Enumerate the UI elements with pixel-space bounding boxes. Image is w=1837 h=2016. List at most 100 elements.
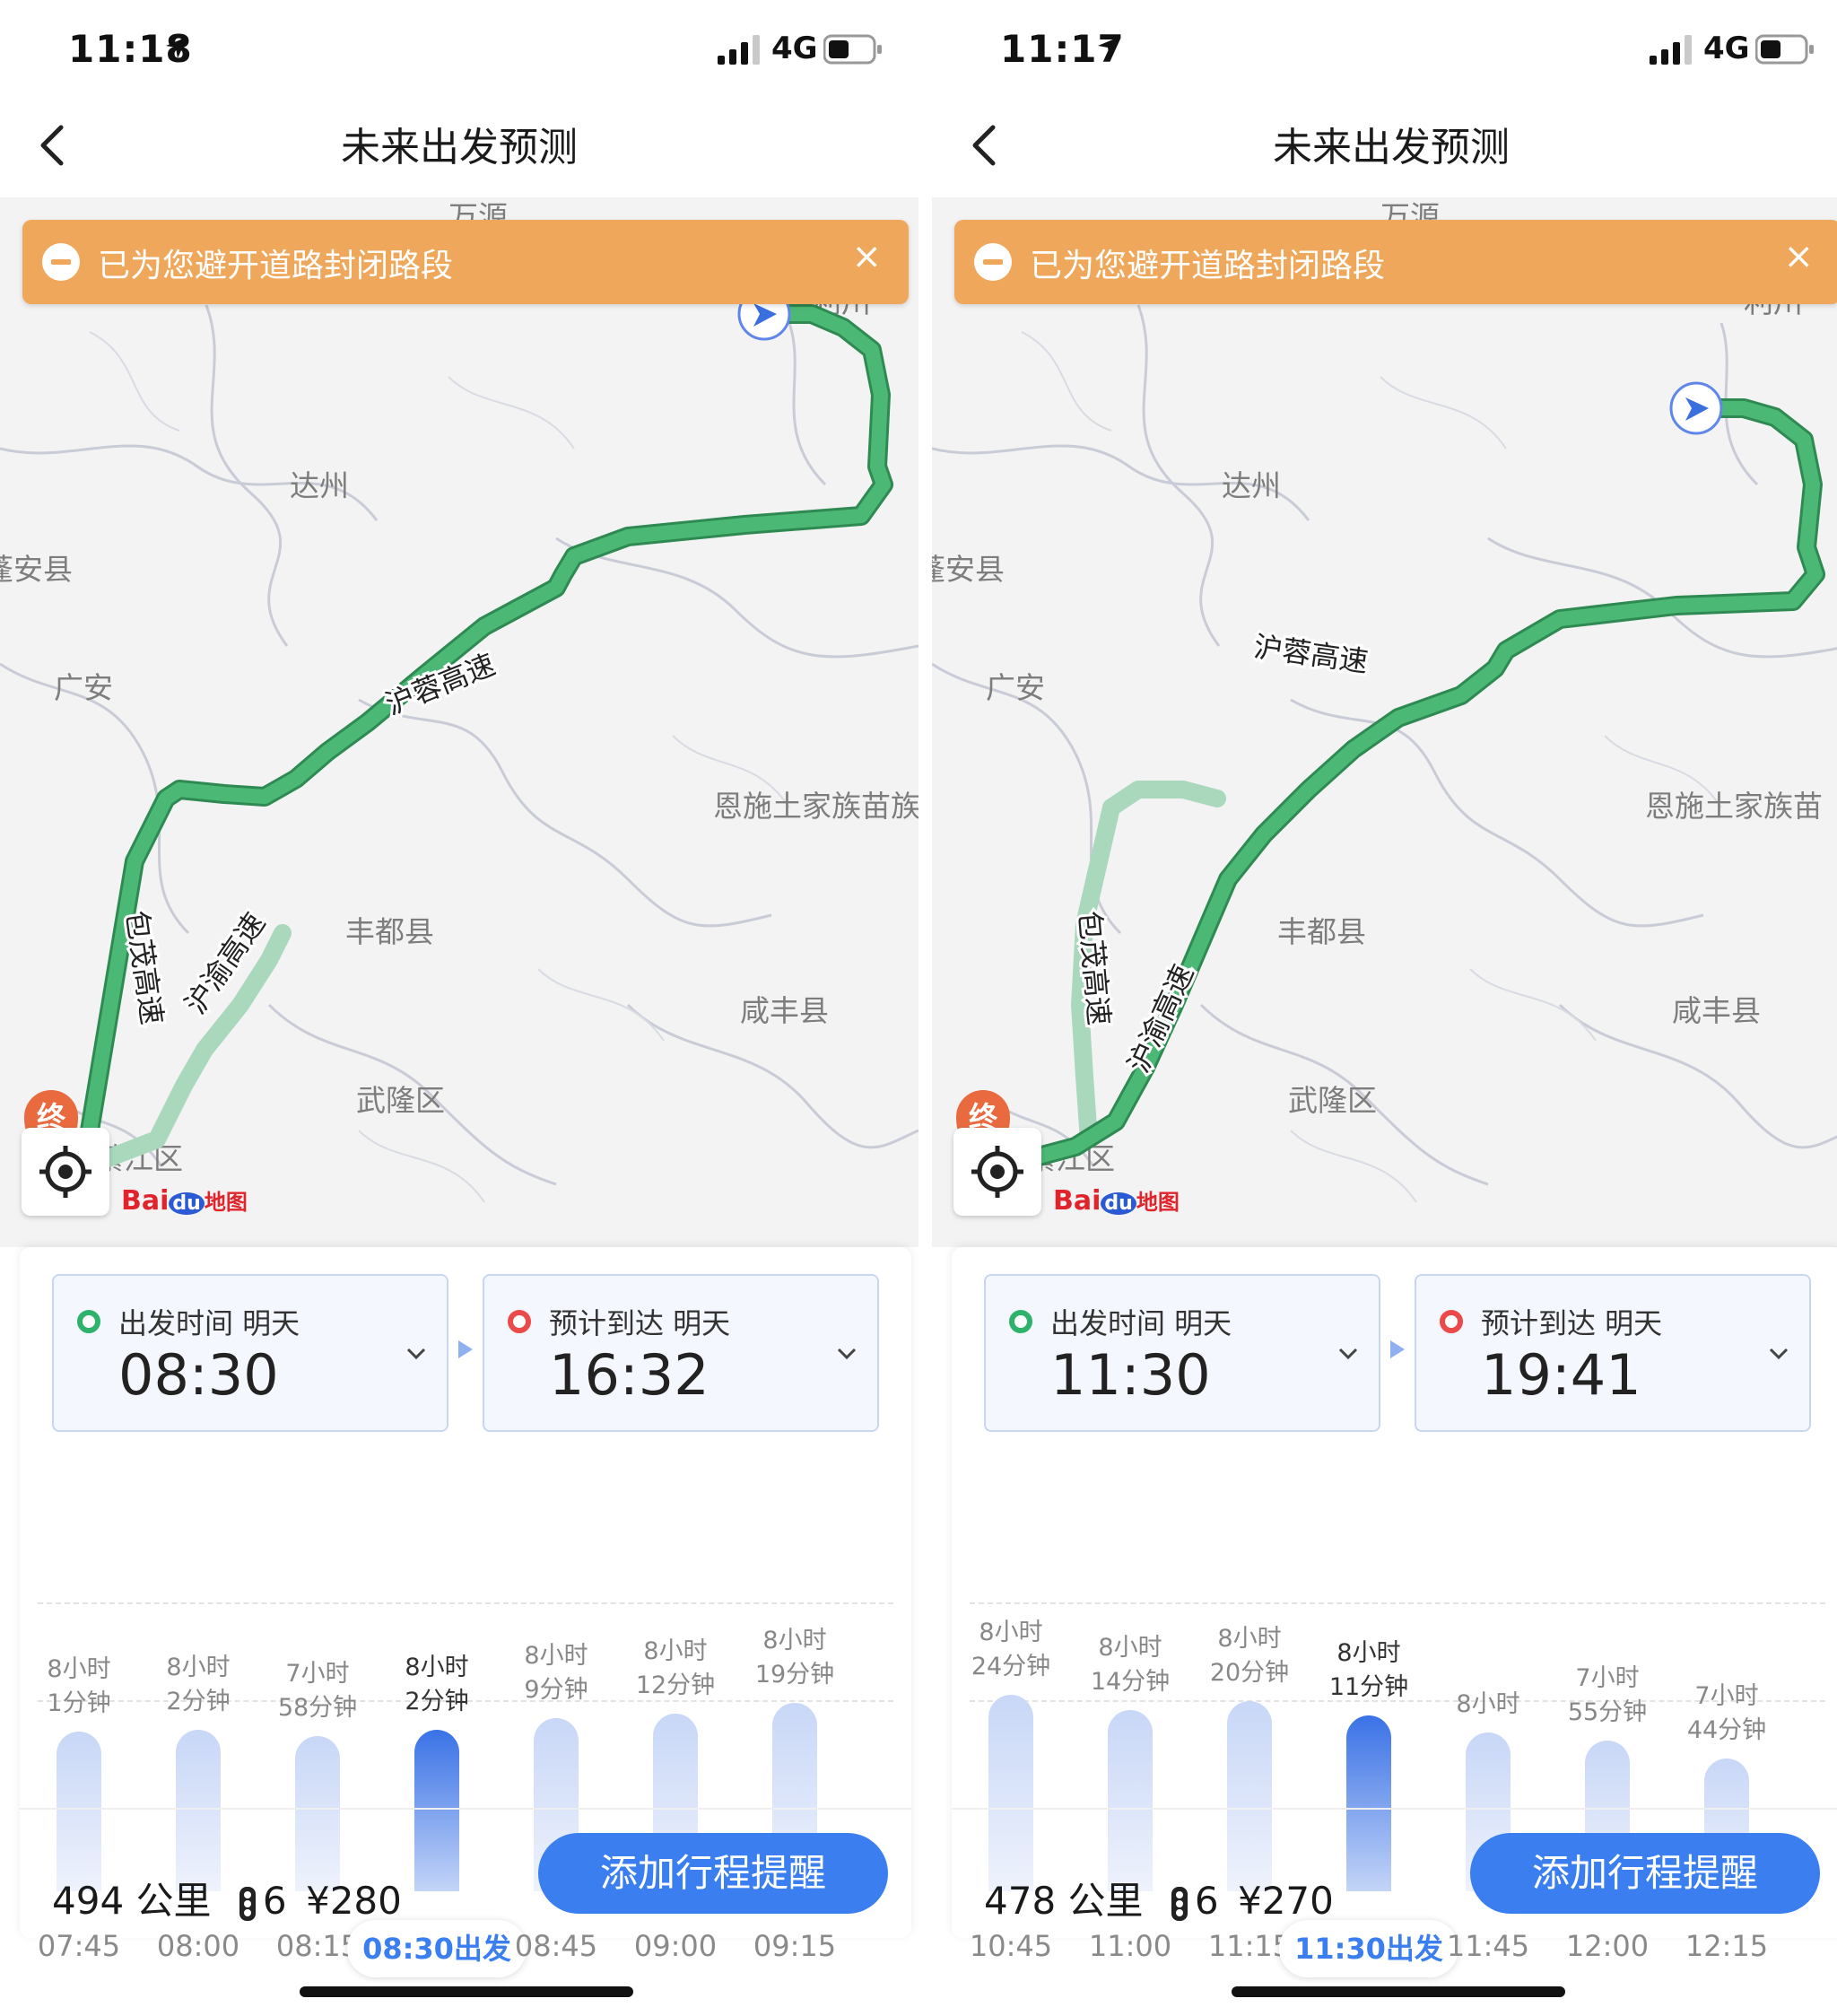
logo-text-ditu: 地图 [204,1190,248,1215]
duration-label: 8小时 14分钟 [1072,1631,1188,1699]
page-title: 未来出发预测 [341,125,578,170]
traffic-light-count: 6 [1194,1879,1219,1923]
duration-label: 8小时 12分钟 [617,1635,734,1703]
duration-label: 7小时 58分钟 [259,1657,376,1725]
duration-label-line: 19分钟 [754,1661,835,1689]
duration-bar[interactable] [414,1730,459,1891]
toll-cost: ¥270 [1237,1879,1334,1923]
route-summary: 478 公里 6 ¥270 [984,1871,1334,1925]
route-map[interactable]: 达州蓬安县广安恩施土家族苗丰都县咸丰县武隆区綦江区万源福泉利川 终沪蓉高速包茂高… [932,197,1837,1247]
navigation-bar: 未来出发预测 [0,99,918,197]
banner-text: 已为您避开道路封闭路段 [1030,248,1386,284]
status-bar: 11:17 4G [932,0,1837,99]
duration-label: 8小时 19分钟 [736,1624,853,1692]
duration-bar[interactable] [988,1695,1033,1891]
add-trip-reminder-button[interactable]: 添加行程提醒 [1470,1833,1820,1914]
duration-label: 8小时 20分钟 [1191,1622,1308,1690]
main-route-line[interactable] [63,307,891,1183]
chart-gridline [38,1602,893,1604]
locate-button[interactable] [22,1128,109,1216]
departure-time-option[interactable]: 09:15 [736,1929,853,1963]
cellular-signal-icon [1650,35,1692,65]
chevron-down-icon [1338,1348,1358,1360]
duration-label: 8小时 9分钟 [498,1639,614,1707]
banner-close-button[interactable]: × [851,236,882,277]
duration-bar[interactable] [176,1730,221,1891]
location-arrow-icon [1098,37,1119,58]
departure-time: 08:30 [118,1342,279,1408]
duration-label-line: 8小时 [166,1654,231,1681]
duration-label-line: 2分钟 [166,1688,231,1715]
toll-cost: ¥280 [305,1879,402,1923]
departure-label: 出发时间 明天 [118,1306,300,1340]
traffic-light-count: 6 [262,1879,287,1923]
arrival-time-selector[interactable]: 预计到达 明天 16:32 [483,1274,879,1432]
add-trip-reminder-button[interactable]: 添加行程提醒 [538,1833,888,1914]
navigation-bar: 未来出发预测 [932,99,1837,197]
arrival-dot-icon [1440,1310,1463,1333]
logo-text-du: du [1101,1192,1136,1215]
duration-bar[interactable] [1346,1715,1391,1891]
duration-label-line: 8小时 [979,1619,1043,1646]
chevron-down-icon [837,1348,857,1360]
arrival-time: 19:41 [1481,1342,1641,1408]
departure-label: 出发时间 明天 [1050,1306,1232,1340]
arrow-right-icon [458,1340,473,1358]
duration-bar[interactable] [57,1732,101,1891]
duration-bar[interactable] [295,1736,340,1891]
departure-time: 11:30 [1050,1342,1211,1408]
road-closure-banner: 已为您避开道路封闭路段 × [954,220,1837,304]
duration-label: 8小时 11分钟 [1310,1636,1427,1705]
road-name-label: 沪渝高速 [1121,959,1201,1078]
baidu-map-logo: Bai du 地图 [121,1184,248,1217]
departure-time-option[interactable]: 12:15 [1668,1929,1785,1963]
duration-bar[interactable] [1108,1710,1153,1891]
duration-chart: 8小时 24分钟 10:45 8小时 14分钟 11:00 8小时 20分钟 11:15 8小时 1… [952,1436,1837,1977]
departure-time-selector[interactable]: 出发时间 明天 08:30 [52,1274,448,1432]
departure-time-option[interactable]: 12:00 [1549,1929,1666,1963]
duration-label-line: 44分钟 [1686,1716,1767,1744]
arrival-time-selector[interactable]: 预计到达 明天 19:41 [1415,1274,1811,1432]
duration-label: 8小时 2分钟 [379,1651,495,1719]
duration-bar[interactable] [1227,1701,1272,1891]
duration-label-line: 9分钟 [524,1676,588,1704]
logo-text-bai: Bai [121,1185,170,1217]
summary-divider [20,1808,911,1810]
duration-label-line: 8小时 [1217,1625,1282,1653]
screenshot-divider [918,0,932,2016]
departure-dot-icon [1009,1310,1032,1333]
duration-label-line: 8小时 [1336,1639,1401,1667]
departure-dot-icon [77,1310,100,1333]
departure-time-option[interactable]: 09:00 [617,1929,734,1963]
duration-chart: 8小时 1分钟 07:45 8小时 2分钟 08:00 7小时 58分钟 08:15 8小时 2分钟… [20,1436,911,1977]
banner-close-button[interactable]: × [1783,236,1814,277]
duration-label-line: 12分钟 [635,1671,716,1699]
departure-time-option[interactable]: 11:00 [1072,1929,1188,1963]
route-line: 终沪蓉高速包茂高速 沪渝高速 [24,287,893,1200]
departure-time-option[interactable]: 08:00 [140,1929,257,1963]
baidu-map-logo: Bai du 地图 [1053,1184,1180,1217]
duration-label-line: 1分钟 [47,1689,111,1717]
duration-label-line: 8小时 [762,1627,827,1654]
arrival-time: 16:32 [549,1342,710,1408]
duration-label: 7小时 55分钟 [1549,1662,1666,1730]
page-title: 未来出发预测 [1273,125,1510,170]
departure-time-selector[interactable]: 出发时间 明天 11:30 [984,1274,1380,1432]
forecast-card: 出发时间 明天 11:30 预计到达 明天 19:41 8小时 24分钟 10:45… [952,1247,1837,1977]
duration-label-line: 2分钟 [405,1688,469,1715]
locate-button[interactable] [953,1128,1041,1216]
departure-time-option[interactable]: 08:45 [498,1929,614,1963]
duration-label: 7小时 44分钟 [1668,1680,1785,1748]
departure-time-option[interactable]: 07:45 [21,1929,137,1963]
logo-text-ditu: 地图 [1136,1190,1180,1215]
main-route-outline [60,304,893,1185]
duration-label-line: 20分钟 [1209,1659,1290,1687]
duration-label-line: 58分钟 [277,1694,358,1722]
route-map[interactable]: 达州蓬安县广安恩施土家族苗族丰都县咸丰县武隆区綦江区万源福泉利川 终沪蓉高速包茂… [0,197,918,1247]
departure-time-option[interactable]: 10:45 [953,1929,1069,1963]
duration-label-line: 8小时 [643,1637,708,1665]
route-forecast-screen-right: 11:17 4G 未来出发预测 达州 安县 广安 恩施土家族苗 丰都县 咸丰县 … [932,0,1837,2016]
traffic-light-icon [1171,1886,1188,1921]
departure-time-option[interactable]: 11:45 [1430,1929,1546,1963]
arrival-label: 预计到达 明天 [549,1306,731,1340]
